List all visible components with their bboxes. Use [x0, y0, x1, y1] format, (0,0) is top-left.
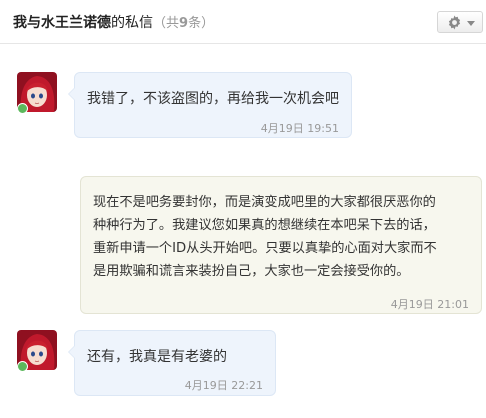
page-title: 我与水王兰诺德的私信（共9条） — [13, 14, 214, 33]
online-status-dot — [17, 103, 28, 114]
message-timestamp: 4月19日 22:21 — [184, 379, 263, 392]
settings-button[interactable] — [437, 11, 483, 33]
message-bubble-received: 还有，我真是有老婆的 4月19日 22:21 — [68, 330, 276, 396]
title-prefix: 我与 — [13, 15, 41, 31]
caret-down-icon — [467, 21, 475, 26]
message-count: （共9条） — [153, 16, 215, 31]
message-text: 还有，我真是有老婆的 — [87, 349, 227, 365]
bubble-arrow — [68, 345, 75, 359]
gear-icon — [448, 15, 461, 30]
message-line: 现在不是吧务要封你，而是演变成吧里的大家都很厌恶你的 — [93, 195, 436, 210]
header-divider — [0, 43, 486, 44]
message-line: 种种行为了。我建议您如果真的想继续在本吧呆下去的话， — [93, 218, 436, 233]
conversation-header: 我与水王兰诺德的私信（共9条） — [0, 0, 486, 44]
message-text: 我错了，不该盗图的，再给我一次机会吧 — [87, 91, 339, 107]
title-suffix: 的私信 — [111, 15, 153, 31]
online-status-dot — [17, 361, 28, 372]
message-line: 是用欺骗和谎言来装扮自己，大家也一定会接受你的。 — [93, 264, 410, 279]
message-text: 现在不是吧务要封你，而是演变成吧里的大家都很厌恶你的 种种行为了。我建议您如果真… — [93, 191, 477, 283]
contact-name-link[interactable]: 水王兰诺德 — [41, 15, 111, 31]
message-bubble-sent: 现在不是吧务要封你，而是演变成吧里的大家都很厌恶你的 种种行为了。我建议您如果真… — [80, 176, 482, 314]
message-bubble-received: 我错了，不该盗图的，再给我一次机会吧 4月19日 19:51 — [68, 72, 352, 138]
message-timestamp: 4月19日 19:51 — [260, 122, 339, 135]
message-line: 重新申请一个ID从头开始吧。只要以真挚的心面对大家而不 — [93, 241, 437, 256]
message-timestamp: 4月19日 21:01 — [390, 298, 469, 311]
bubble-arrow — [68, 87, 75, 101]
